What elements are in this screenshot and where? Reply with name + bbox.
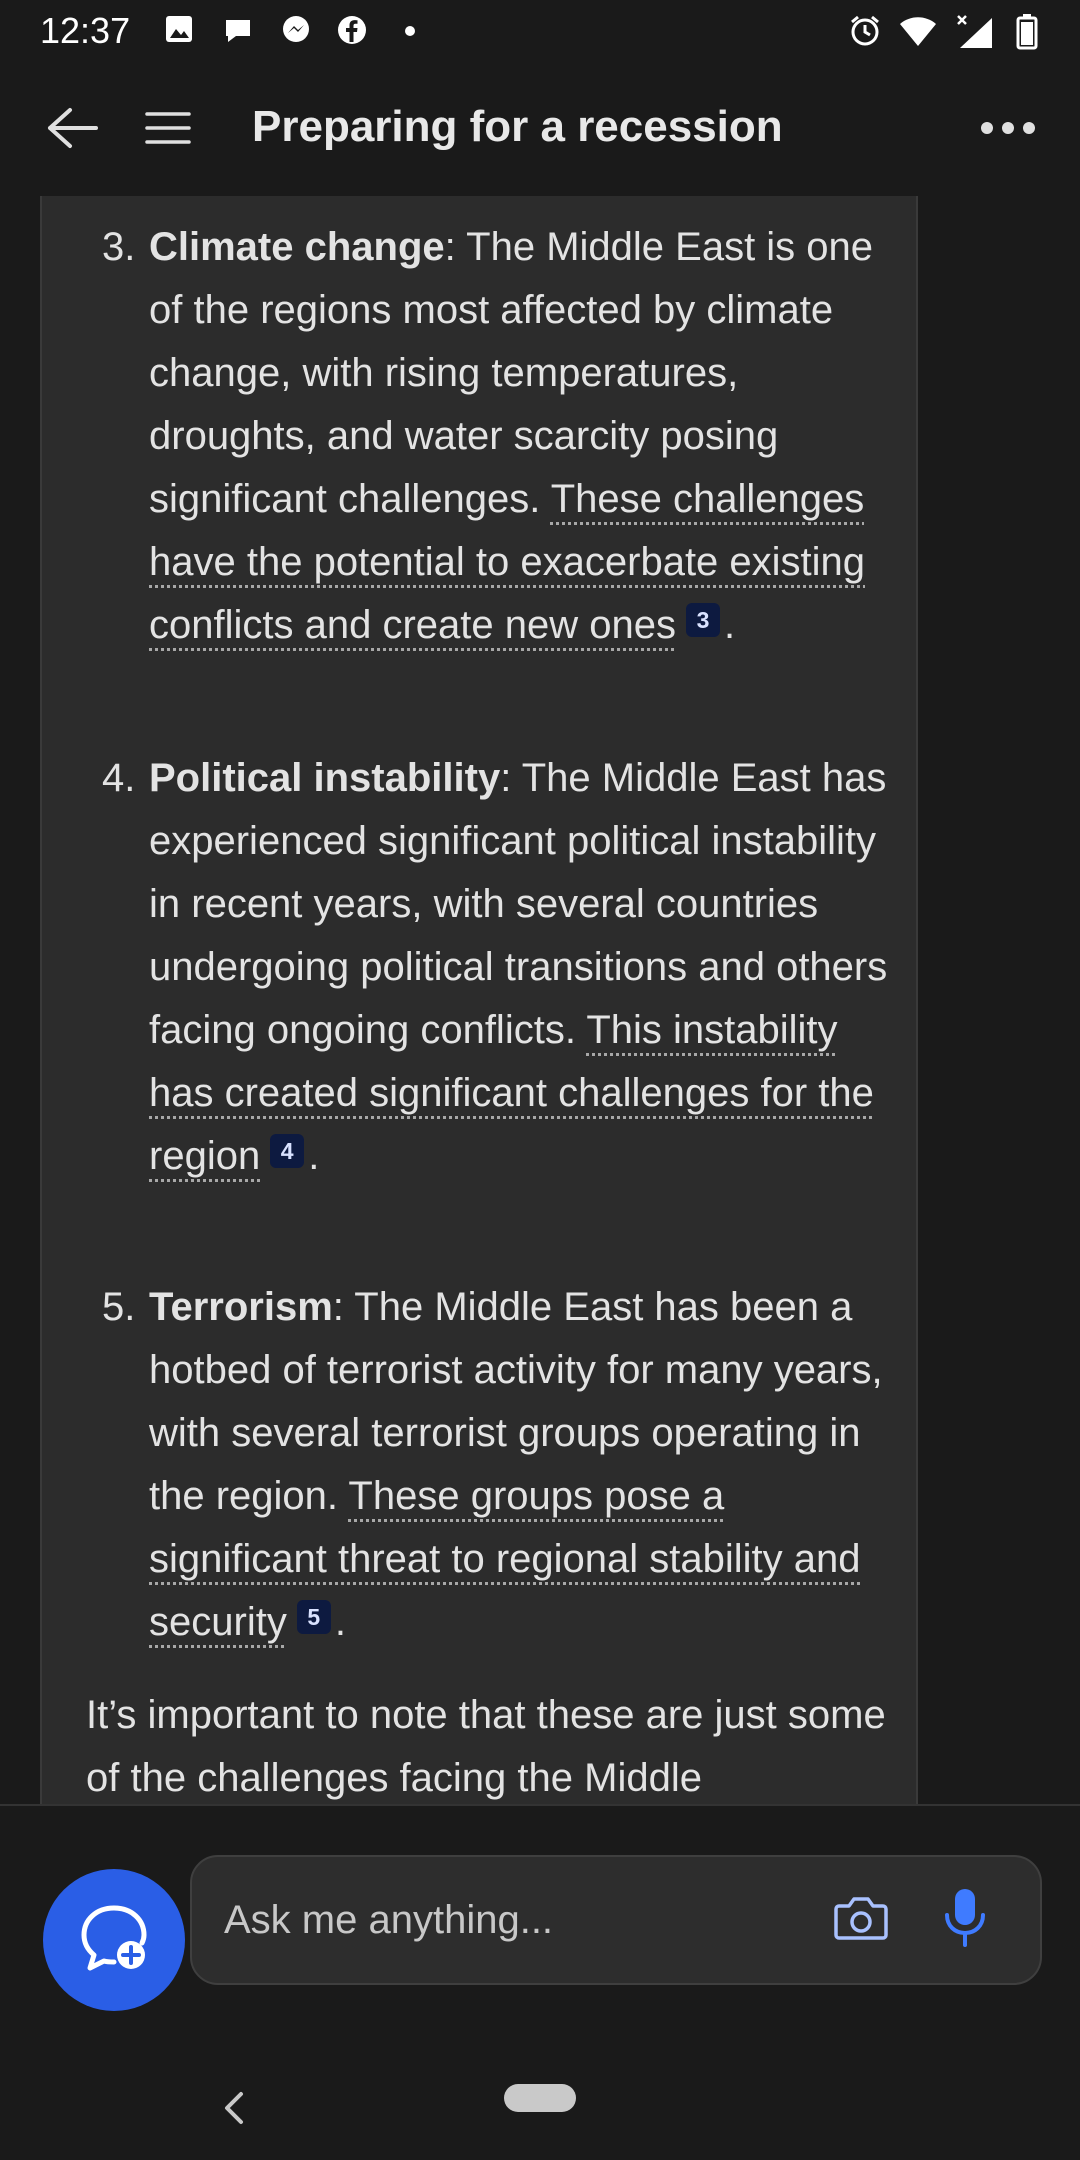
dot-icon [404,24,416,42]
closing-paragraph: It’s important to note that these are ju… [86,1693,886,1800]
microphone-button[interactable] [932,1883,998,1957]
nav-back-icon [223,2091,245,2130]
more-horizontal-icon [980,121,1036,140]
citation-badge[interactable]: 3 [685,603,720,637]
new-chat-icon [74,1898,154,1983]
status-bar: 12:37 [0,0,1080,64]
chat-response-card: 3. Climate change: The Middle East is on… [40,196,918,1804]
ask-input[interactable] [222,1887,786,1953]
list-item-number: 3. [102,225,136,269]
alarm-icon [848,14,882,53]
page-title: Preparing for a recession [252,102,783,151]
camera-icon [833,1894,889,1947]
ask-input-container [190,1855,1042,1985]
list-item-text: Climate change: The Middle East is one o… [149,225,874,647]
list-item-text: Terrorism: The Middle East has been a ho… [149,1285,883,1644]
home-pill-icon[interactable] [504,2084,576,2112]
list-item-number: 5. [102,1285,136,1329]
list-item-text: Political instability: The Middle East h… [149,756,888,1178]
microphone-icon [943,1887,987,1954]
chat-bubble-icon [222,14,254,51]
messenger-icon [280,14,312,51]
list-item-heading: Political instability [149,756,501,800]
battery-icon [1016,14,1038,55]
facebook-icon [336,14,368,51]
nav-back-button[interactable] [214,2080,254,2140]
list-item-heading: Terrorism [149,1285,333,1329]
status-time: 12:37 [40,10,131,51]
menu-button[interactable] [132,94,204,166]
composer-divider [0,1804,1080,1806]
camera-button[interactable] [828,1887,894,1953]
list-item-number: 4. [102,756,136,800]
hamburger-menu-icon [144,108,192,153]
citation-badge[interactable]: 5 [296,1600,331,1634]
back-button[interactable] [36,94,108,166]
signal-icon [956,14,996,55]
wifi-icon [898,14,938,53]
list-item-heading: Climate change [149,225,445,269]
new-chat-button[interactable] [43,1869,185,2011]
image-icon [164,14,194,49]
more-options-button[interactable] [972,94,1044,166]
back-arrow-icon [46,106,98,155]
citation-badge[interactable]: 4 [270,1134,305,1168]
app-bar: Preparing for a recession [0,64,1080,196]
